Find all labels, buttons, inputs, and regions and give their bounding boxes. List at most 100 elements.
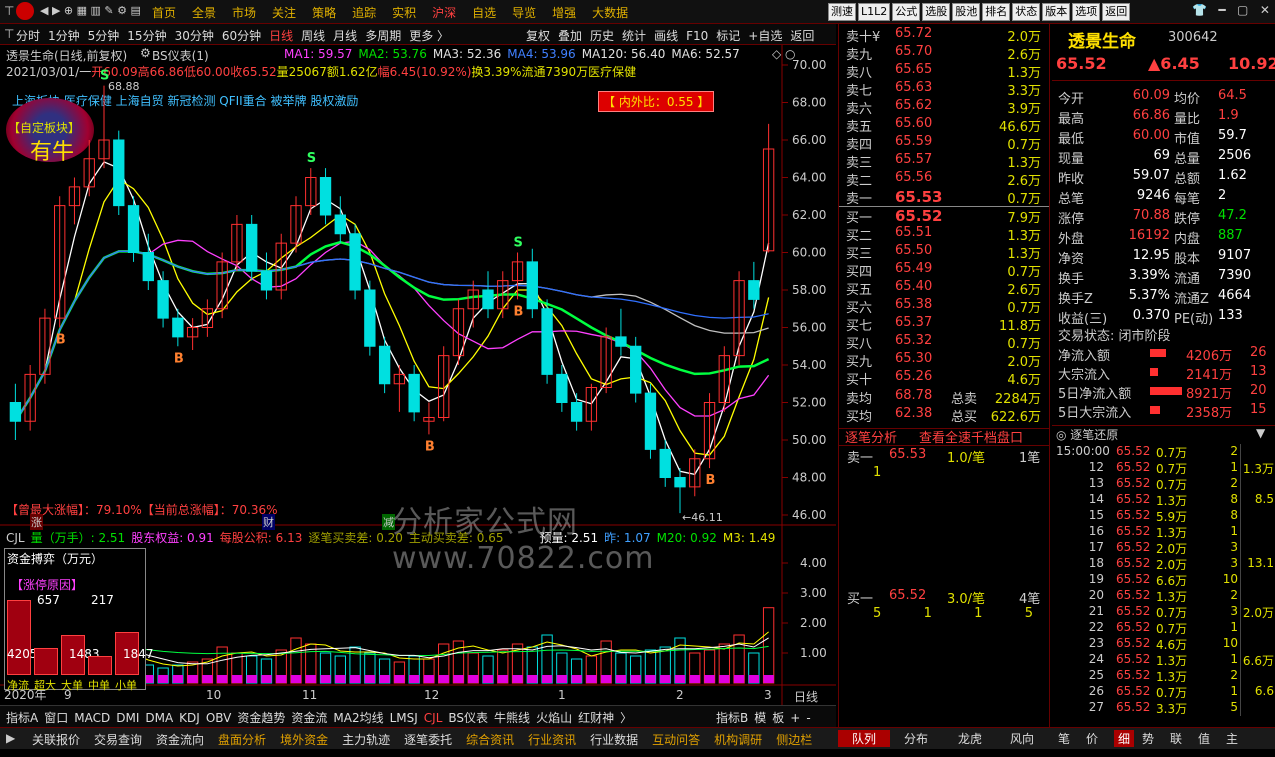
indicator-right-0[interactable]: 指标B (716, 709, 748, 726)
chart-tool-1[interactable]: 叠加 (558, 27, 582, 44)
function-tab-6[interactable]: 逐笔委托 (404, 731, 452, 748)
quote-tab-9[interactable]: 值 (1198, 730, 1210, 747)
indicator-tab-6[interactable]: OBV (206, 711, 232, 725)
nav-item-6[interactable]: 实积 (392, 4, 416, 21)
ask-row-9[interactable]: 卖九 65.70 2.6万 (839, 44, 1049, 63)
sell-signal[interactable]: S (514, 236, 523, 251)
indicator-tab-7[interactable]: 资金趋势 (237, 709, 285, 726)
buy-signal[interactable]: B (514, 304, 524, 319)
period-menu-icon[interactable]: ⊤ (4, 27, 14, 41)
indicator-right-1[interactable]: 模 (754, 709, 766, 726)
function-tab-12[interactable]: 侧边栏 (776, 731, 812, 748)
buy-signal[interactable]: B (56, 333, 66, 348)
period-tab-7[interactable]: 周线 (301, 27, 325, 44)
sell-signal[interactable]: S (100, 69, 109, 84)
function-tab-3[interactable]: 盘面分析 (218, 731, 266, 748)
chart-tool-5[interactable]: F10 (686, 29, 708, 43)
ask-row-4[interactable]: 卖四 65.59 0.7万 (839, 134, 1049, 153)
window-controls[interactable]: 👕 ━ ▢ ✕ (1192, 3, 1270, 17)
indicator-tab-0[interactable]: 指标A (6, 709, 38, 726)
quote-tab-5[interactable]: 价 (1086, 730, 1098, 747)
quote-tab-7[interactable]: 势 (1142, 730, 1154, 747)
marker-finance[interactable]: 财 (262, 514, 275, 530)
candle-body[interactable] (482, 289, 494, 310)
quote-tab-6[interactable]: 细 (1114, 730, 1135, 747)
top-button-7[interactable]: 版本 (1042, 3, 1071, 21)
nav-item-8[interactable]: 自选 (472, 4, 496, 21)
indicator-tab-10[interactable]: LMSJ (390, 711, 418, 725)
nav-item-4[interactable]: 策略 (312, 4, 336, 21)
indicator-tab-12[interactable]: BS仪表 (448, 709, 488, 726)
ask-row-8[interactable]: 卖八 65.65 1.3万 (839, 62, 1049, 81)
bid-row-8[interactable]: 买八 65.32 0.7万 (839, 333, 1049, 352)
period-tab-0[interactable]: 分时 (16, 27, 40, 44)
indicator-tab-13[interactable]: 牛熊线 (494, 709, 530, 726)
period-tab-8[interactable]: 月线 (333, 27, 357, 44)
chart-tool-6[interactable]: 标记 (716, 27, 740, 44)
candle-body[interactable] (157, 280, 169, 319)
marker-rise[interactable]: 涨 (30, 514, 43, 530)
top-button-1[interactable]: L1L2 (858, 3, 891, 21)
candle-body[interactable] (556, 373, 568, 403)
candle-body[interactable] (349, 233, 361, 291)
bid-row-9[interactable]: 买九 65.30 2.0万 (839, 351, 1049, 370)
period-tab-4[interactable]: 30分钟 (175, 27, 214, 44)
indicator-right-2[interactable]: 板 (772, 709, 784, 726)
function-tab-8[interactable]: 行业资讯 (528, 731, 576, 748)
indicator-tab-11[interactable]: CJL (424, 711, 443, 725)
candle-body[interactable] (615, 336, 627, 347)
tick-restore-header[interactable]: ◎ 逐笔还原 (1056, 426, 1118, 443)
chart-tool-2[interactable]: 历史 (590, 27, 614, 44)
function-tab-5[interactable]: 主力轨迹 (342, 731, 390, 748)
candle-body[interactable] (630, 345, 642, 394)
indicator-right-4[interactable]: - (806, 711, 810, 725)
kline-chart-panel[interactable]: 透景生命(日线,前复权) ⚙ BS仪表(1) MA1: 59.57 MA2: 53… (0, 45, 836, 705)
nav-item-1[interactable]: 全景 (192, 4, 216, 21)
candle-body[interactable] (748, 280, 760, 300)
candle-body[interactable] (319, 177, 332, 216)
quote-tab-4[interactable]: 笔 (1058, 730, 1070, 747)
indicator-right-3[interactable]: + (790, 711, 800, 725)
top-button-8[interactable]: 选项 (1072, 3, 1101, 21)
bid-row-1[interactable]: 买一 65.52 7.9万 (839, 207, 1049, 226)
quote-tab-8[interactable]: 联 (1170, 730, 1182, 747)
app-logo-icon[interactable] (16, 2, 34, 20)
quote-tab-3[interactable]: 风向 (1010, 730, 1034, 747)
candle-body[interactable] (260, 270, 273, 291)
nav-item-7[interactable]: 沪深 (432, 4, 456, 21)
period-tab-10[interactable]: 更多 〉 (409, 27, 449, 44)
chart-tool-0[interactable]: 复权 (526, 27, 550, 44)
function-tab-7[interactable]: 综合资讯 (466, 731, 514, 748)
top-button-6[interactable]: 状态 (1012, 3, 1041, 21)
quote-tab-1[interactable]: 分布 (904, 730, 928, 747)
candle-body[interactable] (526, 261, 538, 310)
bid-row-2[interactable]: 买二 65.51 1.3万 (839, 225, 1049, 244)
ask-row-1[interactable]: 卖一 65.53 0.7万 (839, 188, 1049, 207)
nav-item-11[interactable]: 大数据 (592, 4, 628, 21)
ask-row-10[interactable]: 卖十¥ 65.72 2.0万 (839, 26, 1049, 45)
top-button-9[interactable]: 返回 (1102, 3, 1131, 21)
buy-signal[interactable]: B (425, 439, 435, 454)
candle-body[interactable] (378, 345, 391, 385)
bid-row-7[interactable]: 买七 65.37 11.8万 (839, 315, 1049, 334)
indicator-tab-5[interactable]: KDJ (179, 711, 200, 725)
candle-body[interactable] (644, 392, 657, 450)
indicator-tab-15[interactable]: 红财神 (578, 709, 614, 726)
bid-row-10[interactable]: 买十 65.26 4.6万 (839, 369, 1049, 388)
function-tab-9[interactable]: 行业数据 (590, 731, 638, 748)
period-tab-5[interactable]: 60分钟 (222, 27, 261, 44)
period-tab-3[interactable]: 15分钟 (127, 27, 166, 44)
candle-body[interactable] (659, 448, 671, 478)
function-tab-4[interactable]: 境外资金 (280, 731, 328, 748)
candle-body[interactable] (674, 477, 686, 488)
candle-body[interactable] (246, 223, 258, 272)
quote-tab-0[interactable]: 队列 (838, 730, 891, 747)
period-tab-6[interactable]: 日线 (269, 27, 293, 44)
chart-tool-4[interactable]: 画线 (654, 27, 678, 44)
bid-row-4[interactable]: 买四 65.49 0.7万 (839, 261, 1049, 280)
top-button-5[interactable]: 排名 (982, 3, 1011, 21)
candle-body[interactable] (127, 205, 140, 253)
function-tab-11[interactable]: 机构调研 (714, 731, 762, 748)
top-button-0[interactable]: 测速 (828, 3, 856, 21)
bid-row-6[interactable]: 买六 65.38 0.7万 (839, 297, 1049, 316)
